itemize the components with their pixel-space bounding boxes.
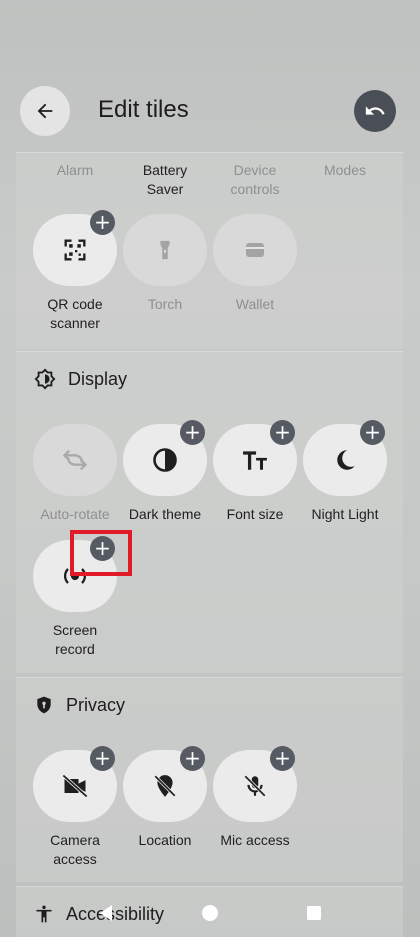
- tile-location[interactable]: + Location: [123, 746, 207, 850]
- tile-dark-theme[interactable]: + Dark theme: [123, 420, 207, 524]
- tile-label: Auto-rotate: [40, 506, 110, 522]
- highlight-box: [70, 530, 132, 576]
- font-size-icon: [243, 451, 267, 470]
- tile-label-battery-saver[interactable]: Battery Saver: [123, 161, 207, 199]
- navigation-bar: [0, 900, 420, 937]
- section-title: Privacy: [66, 694, 126, 715]
- tile-label-device-controls[interactable]: Device controls: [213, 161, 297, 199]
- tile-label: Screen record: [52, 622, 98, 657]
- mic-off-icon: [244, 775, 266, 797]
- camera-off-icon: [62, 774, 88, 798]
- add-tile-button[interactable]: +: [180, 746, 205, 771]
- tile-label: QR code scanner: [47, 296, 103, 331]
- back-button[interactable]: [20, 86, 70, 136]
- nav-back-icon[interactable]: [96, 903, 116, 923]
- reset-button[interactable]: [354, 90, 396, 132]
- tile-night-light[interactable]: + Night Light: [303, 420, 387, 524]
- add-tile-button[interactable]: +: [90, 746, 115, 771]
- shield-icon: [37, 696, 51, 714]
- auto-rotate-icon: [62, 449, 88, 471]
- wallet-icon: [246, 243, 264, 257]
- tile-font-size[interactable]: + Font size: [213, 420, 297, 524]
- add-tile-button[interactable]: +: [270, 420, 295, 445]
- section-title: Display: [68, 368, 128, 389]
- tile-label: Night Light: [311, 506, 379, 522]
- add-tile-button[interactable]: +: [270, 746, 295, 771]
- night-light-icon: [337, 450, 355, 470]
- tile-wallet[interactable]: Wallet: [213, 214, 297, 314]
- tile-qr-code-scanner[interactable]: + QR code scanner: [33, 210, 117, 333]
- tile-auto-rotate[interactable]: Auto-rotate: [33, 424, 117, 524]
- page-title: Edit tiles: [98, 96, 189, 123]
- nav-home-icon[interactable]: [200, 903, 220, 923]
- tile-label: Torch: [147, 296, 183, 312]
- tile-label-alarm[interactable]: Alarm: [33, 161, 117, 180]
- add-tile-button[interactable]: +: [90, 210, 115, 235]
- nav-recents-icon[interactable]: [305, 904, 323, 922]
- tile-label: Location: [138, 832, 192, 848]
- tile-label: Dark theme: [128, 506, 202, 522]
- dark-theme-icon: [153, 448, 177, 472]
- privacy-section-header: Privacy: [34, 694, 125, 716]
- display-section-header: Display: [34, 368, 127, 390]
- display-settings-icon: [34, 368, 56, 390]
- header: Edit tiles: [0, 0, 420, 150]
- arrow-back-icon: [37, 103, 53, 119]
- tile-label: Font size: [226, 506, 284, 522]
- tile-label-modes[interactable]: Modes: [303, 161, 387, 180]
- undo-icon: [365, 106, 385, 115]
- location-off-icon: [154, 775, 176, 797]
- tile-label: Wallet: [235, 296, 275, 312]
- qr-code-icon: [64, 239, 86, 261]
- tile-torch[interactable]: Torch: [123, 214, 207, 314]
- tile-mic-access[interactable]: + Mic access: [213, 746, 297, 850]
- tile-camera-access[interactable]: + Camera access: [33, 746, 117, 869]
- add-tile-button[interactable]: +: [180, 420, 205, 445]
- add-tile-button[interactable]: +: [360, 420, 385, 445]
- torch-icon: [160, 240, 170, 260]
- tile-label: Mic access: [220, 832, 290, 848]
- tile-label: Camera access: [50, 832, 100, 867]
